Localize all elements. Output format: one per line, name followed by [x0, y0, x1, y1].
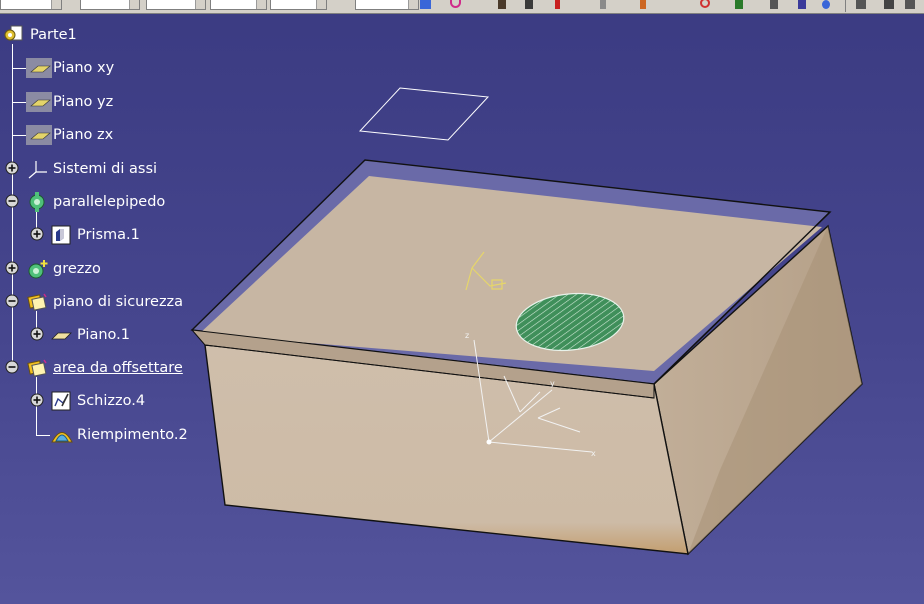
- axis-label-y: y: [550, 379, 555, 388]
- plane-icon: [26, 58, 52, 78]
- axis-system-icon: [26, 159, 48, 179]
- tree-item-piano-zx[interactable]: Piano zx: [26, 124, 115, 146]
- tree-label-piano-xy: Piano xy: [53, 60, 115, 76]
- body-icon: [26, 259, 48, 279]
- collapse-minus-icon[interactable]: [5, 360, 19, 374]
- tree-item-schizzo-4[interactable]: Schizzo.4: [50, 390, 147, 412]
- geometrical-set-icon: [26, 358, 48, 378]
- axis-label-x: x: [591, 449, 596, 458]
- tree-item-riempimento-2[interactable]: Riempimento.2: [50, 424, 190, 446]
- tree-label-sistemi: Sistemi di assi: [53, 161, 158, 177]
- tree-item-piano-di-sicurezza[interactable]: piano di sicurezza: [26, 291, 185, 313]
- expand-plus-icon[interactable]: [30, 393, 44, 407]
- pad-icon: [50, 225, 72, 245]
- tree-label-piano-zx: Piano zx: [53, 127, 114, 143]
- tree-item-area-da-offsettare[interactable]: area da offsettare: [26, 357, 185, 379]
- expand-plus-icon[interactable]: [30, 227, 44, 241]
- tree-label-piano-sicurezza: piano di sicurezza: [53, 294, 184, 310]
- tree-item-grezzo[interactable]: grezzo: [26, 258, 103, 280]
- plane-feature-icon: [50, 325, 72, 345]
- tree-label-riempimento: Riempimento.2: [77, 427, 188, 443]
- body-icon: [26, 192, 48, 212]
- tree-item-sistemi-di-assi[interactable]: Sistemi di assi: [26, 158, 159, 180]
- expand-plus-icon[interactable]: [5, 261, 19, 275]
- tree-label-prisma: Prisma.1: [77, 227, 140, 243]
- tree-label-grezzo: grezzo: [53, 261, 101, 277]
- tree-item-piano-xy[interactable]: Piano xy: [26, 57, 116, 79]
- tree-label-schizzo: Schizzo.4: [77, 393, 146, 409]
- 3d-viewport[interactable]: z x y Parte1 Piano xy Piano yz Piano zx …: [0, 0, 924, 604]
- tree-item-prisma-1[interactable]: Prisma.1: [50, 224, 142, 246]
- collapse-minus-icon[interactable]: [5, 294, 19, 308]
- tree-item-parallelepipedo[interactable]: parallelepipedo: [26, 191, 167, 213]
- tree-label-root: Parte1: [30, 27, 77, 43]
- collapse-minus-icon[interactable]: [5, 194, 19, 208]
- expand-plus-icon[interactable]: [30, 327, 44, 341]
- tree-item-piano-1[interactable]: Piano.1: [50, 324, 132, 346]
- sketch-icon: [50, 391, 72, 411]
- plane-icon: [26, 125, 52, 145]
- expand-plus-icon[interactable]: [5, 161, 19, 175]
- tree-label-piano-1: Piano.1: [77, 327, 130, 343]
- tree-label-piano-yz: Piano yz: [53, 94, 114, 110]
- plane-icon: [26, 92, 52, 112]
- floating-plane[interactable]: [358, 87, 490, 141]
- tree-label-parallelepipedo: parallelepipedo: [53, 194, 166, 210]
- part-icon: [3, 25, 25, 45]
- tree-label-area-offsettare: area da offsettare: [53, 360, 183, 376]
- axis-label-z: z: [465, 331, 469, 340]
- fill-surface-icon: [50, 425, 73, 445]
- tree-item-piano-yz[interactable]: Piano yz: [26, 91, 115, 113]
- tree-root-parte1[interactable]: Parte1: [3, 24, 79, 46]
- geometrical-set-icon: [26, 292, 48, 312]
